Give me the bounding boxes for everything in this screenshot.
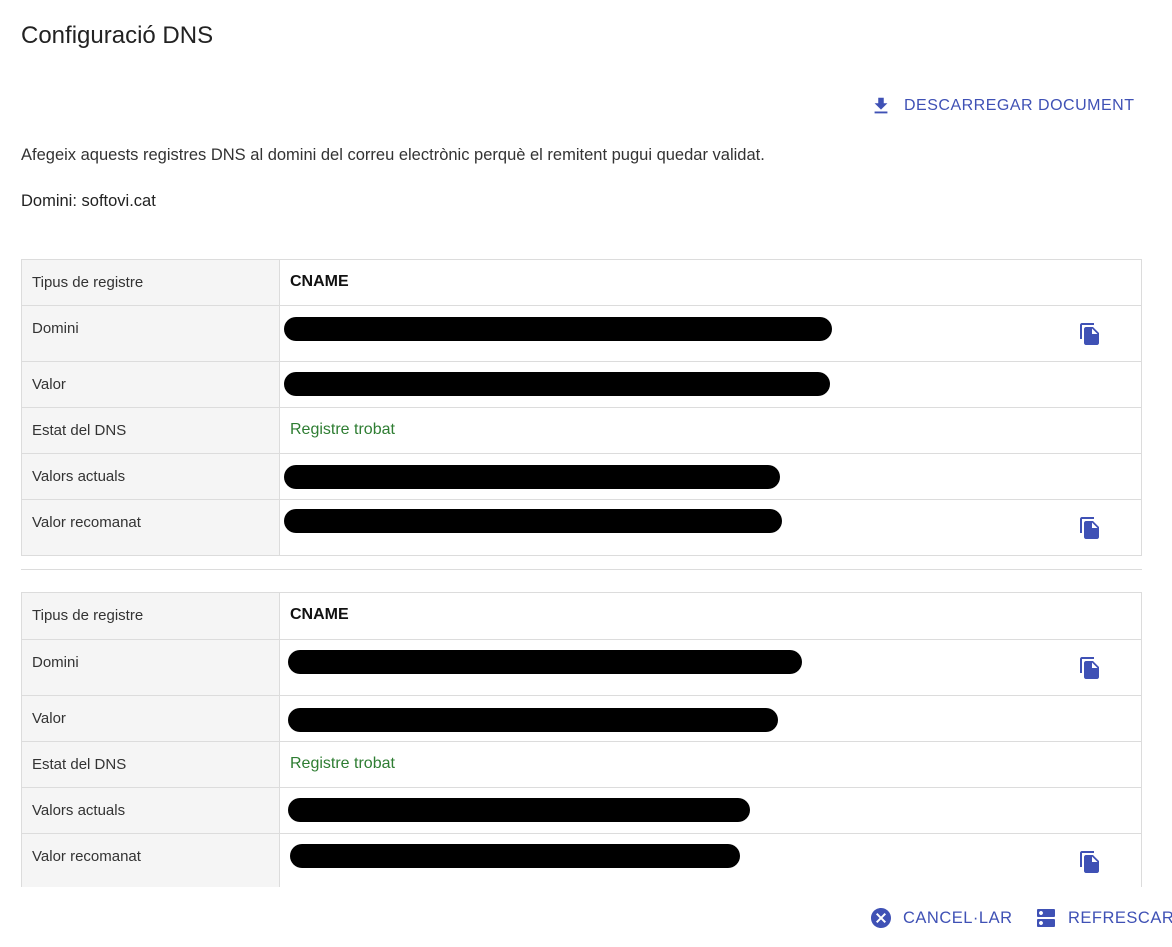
record-type-label: Tipus de registre xyxy=(21,592,280,640)
domain-value-cell xyxy=(279,639,1142,696)
recommended-value-label: Valor recomanat xyxy=(21,499,280,556)
recommended-value-cell xyxy=(279,833,1142,890)
redacted-value xyxy=(288,708,778,732)
domain-info: Domini: softovi.cat xyxy=(21,192,156,210)
copy-icon[interactable] xyxy=(1078,516,1102,540)
download-document-label: DESCARREGAR DOCUMENT xyxy=(904,97,1135,114)
record-type-value: CNAME xyxy=(279,592,1142,640)
redacted-value xyxy=(288,798,750,822)
record-type-value: CNAME xyxy=(279,259,1142,306)
value-label: Valor xyxy=(21,695,280,742)
recommended-value-label: Valor recomanat xyxy=(21,833,280,890)
current-values-label: Valors actuals xyxy=(21,787,280,834)
value-cell xyxy=(279,695,1142,742)
instructions-text: Afegeix aquests registres DNS al domini … xyxy=(21,146,765,164)
refresh-label: REFRESCAR xyxy=(1068,908,1172,927)
domain-label: Domini xyxy=(21,639,280,696)
value-label: Valor xyxy=(21,361,280,408)
record-divider xyxy=(21,569,1142,570)
cancel-circle-icon xyxy=(871,908,891,928)
table-row: Tipus de registre CNAME xyxy=(21,259,1142,306)
refresh-button[interactable]: REFRESCAR xyxy=(1034,906,1172,930)
table-row: Valor xyxy=(21,695,1142,742)
copy-icon[interactable] xyxy=(1078,656,1102,680)
table-row: Estat del DNS Registre trobat xyxy=(21,741,1142,788)
redacted-value xyxy=(284,509,782,533)
dns-server-icon xyxy=(1037,909,1055,927)
redacted-value xyxy=(284,465,780,489)
dns-status-value: Registre trobat xyxy=(279,407,1142,454)
download-document-button[interactable]: DESCARREGAR DOCUMENT xyxy=(870,94,1134,118)
redacted-value xyxy=(290,844,740,868)
table-row: Estat del DNS Registre trobat xyxy=(21,407,1142,454)
dns-record-table-1: Tipus de registre CNAME Domini Valor Est… xyxy=(21,259,1142,556)
domain-label: Domini xyxy=(21,305,280,362)
dns-status-label: Estat del DNS xyxy=(21,741,280,788)
redacted-value xyxy=(288,650,802,674)
value-cell xyxy=(279,361,1142,408)
dns-status-value: Registre trobat xyxy=(279,741,1142,788)
download-icon xyxy=(874,97,888,114)
dns-status-label: Estat del DNS xyxy=(21,407,280,454)
redacted-value xyxy=(284,317,832,341)
current-values-label: Valors actuals xyxy=(21,453,280,500)
table-row: Valor recomanat xyxy=(21,499,1142,556)
page-title: Configuració DNS xyxy=(21,22,214,49)
table-row: Domini xyxy=(21,305,1142,362)
table-row: Valors actuals xyxy=(21,787,1142,834)
copy-icon[interactable] xyxy=(1078,850,1102,874)
current-values-cell xyxy=(279,787,1142,834)
copy-icon[interactable] xyxy=(1078,322,1102,346)
cancel-button[interactable]: CANCEL·LAR xyxy=(869,906,1013,930)
redacted-value xyxy=(284,372,830,396)
table-row: Valors actuals xyxy=(21,453,1142,500)
table-row: Domini xyxy=(21,639,1142,696)
table-row: Tipus de registre CNAME xyxy=(21,592,1142,640)
record-type-label: Tipus de registre xyxy=(21,259,280,306)
current-values-cell xyxy=(279,453,1142,500)
cancel-label: CANCEL·LAR xyxy=(903,908,1013,927)
domain-value-cell xyxy=(279,305,1142,362)
table-row: Valor xyxy=(21,361,1142,408)
table-row: Valor recomanat xyxy=(21,833,1142,890)
recommended-value-cell xyxy=(279,499,1142,556)
dns-record-table-2: Tipus de registre CNAME Domini Valor Est… xyxy=(21,592,1142,890)
